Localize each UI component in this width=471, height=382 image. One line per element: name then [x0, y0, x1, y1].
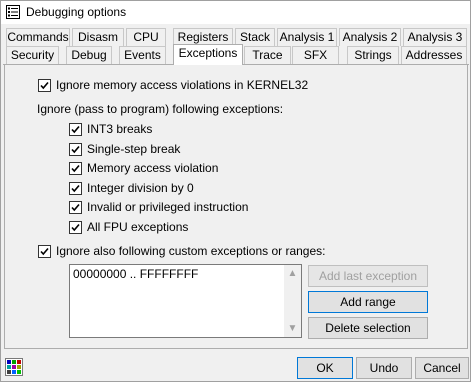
checkmark-icon [40, 81, 49, 89]
exception-option-division[interactable]: Integer division by 0 [69, 180, 194, 196]
ignore-kernel32-checkbox[interactable] [38, 78, 51, 92]
add-last-exception-button[interactable]: Add last exception [308, 265, 428, 287]
options-list-icon [6, 5, 20, 19]
checkmark-icon [40, 247, 49, 255]
tab-row-2: Security Debug Events Exceptions Trace S… [1, 44, 470, 65]
memory-access-checkbox[interactable] [69, 161, 82, 175]
color-grid-icon [7, 360, 21, 374]
cancel-button[interactable]: Cancel [415, 357, 469, 379]
division-label: Integer division by 0 [87, 181, 194, 195]
undo-button[interactable]: Undo [356, 357, 412, 379]
exception-option-int3[interactable]: INT3 breaks [69, 121, 152, 137]
tab-debug[interactable]: Debug [66, 46, 112, 64]
ignore-exceptions-heading: Ignore (pass to program) following excep… [37, 102, 284, 116]
tab-exceptions[interactable]: Exceptions [173, 44, 243, 65]
tab-security[interactable]: Security [6, 46, 59, 64]
custom-exceptions-label: Ignore also following custom exceptions … [56, 244, 326, 258]
tab-addresses[interactable]: Addresses [401, 46, 467, 64]
int3-label: INT3 breaks [87, 122, 153, 136]
exception-option-single-step[interactable]: Single-step break [69, 141, 180, 157]
debugging-options-dialog: Debugging options Commands Disasm CPU Re… [0, 0, 471, 382]
checkmark-icon [71, 125, 80, 133]
tab-sfx[interactable]: SFX [292, 46, 339, 64]
tab-events[interactable]: Events [119, 46, 166, 64]
exception-option-memory-access[interactable]: Memory access violation [69, 160, 218, 176]
memory-access-label: Memory access violation [87, 161, 219, 175]
tab-analysis-3[interactable]: Analysis 3 [403, 28, 467, 46]
fpu-checkbox[interactable] [69, 220, 82, 234]
tab-analysis-1[interactable]: Analysis 1 [277, 28, 337, 46]
tab-trace[interactable]: Trace [244, 46, 291, 64]
scroll-down-icon[interactable]: ▼ [284, 320, 301, 337]
delete-selection-button[interactable]: Delete selection [308, 317, 428, 339]
ignore-kernel32-label: Ignore memory access violations in KERNE… [56, 78, 309, 92]
custom-exceptions-checkbox[interactable] [38, 244, 51, 258]
exceptions-panel: Ignore memory access violations in KERNE… [4, 65, 468, 349]
list-item[interactable]: 00000000 .. FFFFFFFF [73, 267, 198, 281]
ignore-kernel32-option[interactable]: Ignore memory access violations in KERNE… [38, 77, 308, 93]
fpu-label: All FPU exceptions [87, 220, 189, 234]
invalid-instruction-checkbox[interactable] [69, 200, 82, 214]
window-title: Debugging options [26, 5, 127, 19]
exception-option-invalid-instruction[interactable]: Invalid or privileged instruction [69, 199, 248, 215]
custom-exceptions-option[interactable]: Ignore also following custom exceptions … [38, 243, 325, 259]
single-step-label: Single-step break [87, 142, 181, 156]
tab-cpu[interactable]: CPU [126, 28, 166, 46]
division-checkbox[interactable] [69, 181, 82, 195]
checkmark-icon [71, 203, 80, 211]
checkmark-icon [71, 164, 80, 172]
app-icon [5, 358, 23, 376]
vertical-scrollbar[interactable]: ▲ ▼ [284, 265, 301, 337]
ok-button[interactable]: OK [297, 357, 353, 379]
tab-disasm[interactable]: Disasm [72, 28, 124, 46]
single-step-checkbox[interactable] [69, 142, 82, 156]
checkmark-icon [71, 223, 80, 231]
tab-commands[interactable]: Commands [6, 28, 70, 46]
title-bar: Debugging options [1, 1, 470, 24]
exception-option-fpu[interactable]: All FPU exceptions [69, 219, 188, 235]
scroll-up-icon[interactable]: ▲ [284, 265, 301, 282]
checkmark-icon [71, 145, 80, 153]
checkmark-icon [71, 184, 80, 192]
add-range-button[interactable]: Add range [308, 291, 428, 313]
invalid-instruction-label: Invalid or privileged instruction [87, 200, 249, 214]
tab-strings[interactable]: Strings [347, 46, 399, 64]
tab-analysis-2[interactable]: Analysis 2 [339, 28, 401, 46]
int3-checkbox[interactable] [69, 122, 82, 136]
exception-ranges-list[interactable]: 00000000 .. FFFFFFFF ▲ ▼ [69, 264, 302, 338]
